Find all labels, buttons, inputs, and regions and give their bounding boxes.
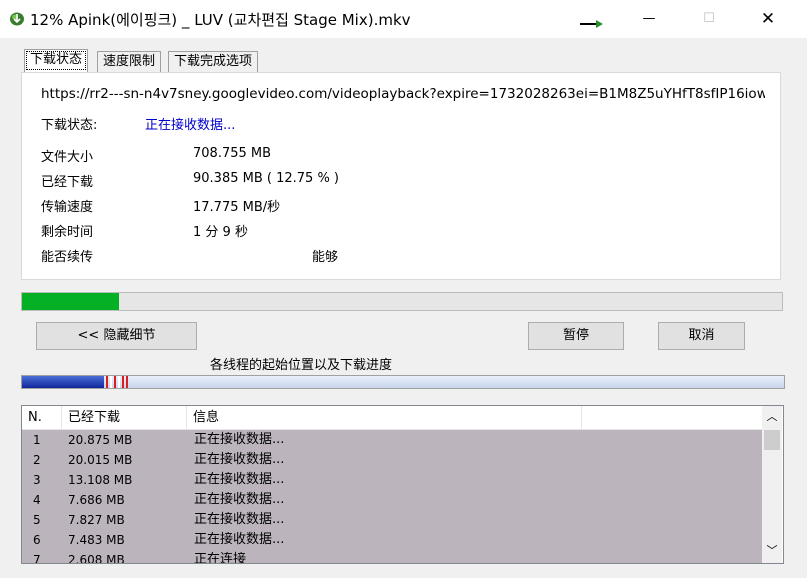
row-number: 3: [33, 473, 41, 487]
scroll-up-icon[interactable]: ︿: [762, 408, 782, 426]
row-info: 正在连接: [194, 552, 247, 564]
status-label: 下载状态:: [41, 118, 98, 133]
download-url: https://rr2---sn-n4v7sney.googlevideo.co…: [41, 86, 765, 102]
row-number: 4: [33, 493, 41, 507]
table-scrollbar[interactable]: ︿ ﹀: [762, 406, 782, 563]
thread-marker: [118, 376, 120, 388]
row-downloaded: 20.875 MB: [68, 433, 133, 447]
column-header-downloaded[interactable]: 已经下载: [62, 406, 187, 429]
resume-value: 能够: [312, 250, 339, 265]
row-downloaded: 20.015 MB: [68, 453, 133, 467]
title-bar: 12% Apink(에이핑크) _ LUV (교차편집 Stage Mix).m…: [0, 0, 807, 38]
minimize-button[interactable]: —: [626, 0, 672, 38]
file-size-label: 文件大小: [41, 150, 94, 165]
status-value: 正在接收数据...: [145, 118, 236, 133]
row-downloaded: 2.608 MB: [68, 553, 125, 564]
table-row[interactable]: 6 7.483 MB 正在接收数据...: [22, 530, 762, 550]
downloaded-value: 90.385 MB ( 12.75 % ): [193, 171, 339, 186]
tab-download-status[interactable]: 下载状态: [24, 49, 89, 72]
progress-fill: [22, 293, 119, 310]
threads-table: N. 已经下载 信息 1 20.875 MB 正在接收数据... 2 20.01…: [21, 405, 784, 564]
maximize-button: ☐: [703, 11, 715, 26]
file-size-value: 708.755 MB: [193, 146, 272, 161]
threads-fill: [22, 376, 104, 388]
thread-marker: [106, 376, 108, 388]
window-title: 12% Apink(에이핑크) _ LUV (교차편집 Stage Mix).m…: [30, 11, 411, 29]
thread-marker: [110, 376, 112, 388]
time-left-label: 剩余时间: [41, 225, 94, 240]
row-info: 正在接收数据...: [194, 452, 285, 467]
table-row[interactable]: 3 13.108 MB 正在接收数据...: [22, 470, 762, 490]
tab-speed-limit[interactable]: 速度限制: [97, 51, 162, 72]
scroll-down-icon[interactable]: ﹀: [762, 542, 782, 560]
row-info: 正在接收数据...: [194, 512, 285, 527]
threads-label: 各线程的起始位置以及下载进度: [210, 358, 393, 373]
table-row[interactable]: 4 7.686 MB 正在接收数据...: [22, 490, 762, 510]
row-number: 7: [33, 553, 41, 564]
thread-marker: [114, 376, 116, 388]
column-header-info[interactable]: 信息: [187, 406, 582, 429]
idm-app-icon: [10, 12, 24, 26]
row-downloaded: 7.686 MB: [68, 493, 125, 507]
pause-button[interactable]: 暂停: [528, 322, 624, 350]
speed-label: 传输速度: [41, 200, 94, 215]
column-header-number[interactable]: N.: [22, 406, 62, 429]
row-info: 正在接收数据...: [194, 472, 285, 487]
row-info: 正在接收数据...: [194, 532, 285, 547]
table-row[interactable]: 1 20.875 MB 正在接收数据...: [22, 430, 762, 450]
table-header: N. 已经下载 信息: [22, 406, 762, 430]
scroll-thumb[interactable]: [764, 430, 780, 450]
table-row[interactable]: 7 2.608 MB 正在连接: [22, 550, 762, 564]
row-downloaded: 13.108 MB: [68, 473, 133, 487]
thread-marker: [126, 376, 128, 388]
cancel-button[interactable]: 取消: [658, 322, 745, 350]
thread-marker: [122, 376, 124, 388]
download-progress-bar: [21, 292, 783, 311]
close-button[interactable]: ✕: [745, 0, 791, 38]
info-panel: [21, 72, 781, 280]
row-number: 6: [33, 533, 41, 547]
row-number: 5: [33, 513, 41, 527]
row-number: 2: [33, 453, 41, 467]
table-row[interactable]: 2 20.015 MB 正在接收数据...: [22, 450, 762, 470]
table-row[interactable]: 5 7.827 MB 正在接收数据...: [22, 510, 762, 530]
resume-label: 能否续传: [41, 250, 94, 265]
row-info: 正在接收数据...: [194, 432, 285, 447]
row-downloaded: 7.483 MB: [68, 533, 125, 547]
row-info: 正在接收数据...: [194, 492, 285, 507]
tab-completion-options[interactable]: 下载完成选项: [168, 51, 259, 72]
row-downloaded: 7.827 MB: [68, 513, 125, 527]
row-number: 1: [33, 433, 41, 447]
hide-details-button[interactable]: << 隐藏细节: [36, 322, 197, 350]
speed-value: 17.775 MB/秒: [193, 200, 281, 215]
time-left-value: 1 分 9 秒: [193, 225, 248, 240]
arrow-icon: [580, 20, 603, 28]
downloaded-label: 已经下载: [41, 175, 94, 190]
threads-progress-bar: [21, 375, 785, 389]
